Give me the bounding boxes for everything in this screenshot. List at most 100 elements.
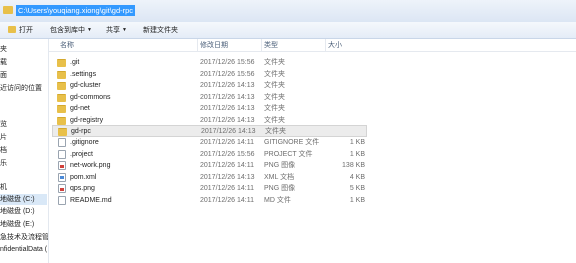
new-folder-label: 新建文件夹	[143, 27, 178, 34]
sidebar-item-documents[interactable]: 档	[0, 145, 7, 156]
file-name: pom.xml	[70, 173, 97, 181]
sidebar-item-pictures[interactable]: 片	[0, 132, 7, 143]
file-date: 2017/12/26 14:13	[200, 93, 255, 101]
file-date: 2017/12/26 14:13	[200, 116, 255, 124]
sidebar-item-confidential-data[interactable]: nfidentialData (	[0, 244, 47, 255]
file-date: 2017/12/26 15:56	[200, 70, 255, 78]
folder-icon	[57, 93, 66, 102]
sidebar-item-libraries[interactable]: 览	[0, 119, 7, 130]
file-type: 文件夹	[264, 70, 285, 78]
file-size: 5 KB	[349, 185, 365, 192]
column-date[interactable]: 修改日期	[200, 41, 228, 51]
file-row[interactable]: .gitignore 2017/12/26 14:11 GITIGNORE 文件…	[52, 137, 367, 148]
share-label: 共享	[106, 27, 120, 34]
file-date: 2017/12/26 14:11	[200, 139, 254, 146]
file-date: 2017/12/26 14:13	[200, 105, 255, 112]
folder-icon	[57, 105, 66, 113]
sidebar-item-drive-d[interactable]: 地磁盘 (D:)	[0, 206, 35, 217]
folder-icon	[57, 59, 66, 67]
sidebar-item-network-share[interactable]: 急技术及流程管理	[0, 232, 48, 243]
include-label: 包含到库中	[50, 27, 85, 34]
include-in-library-button[interactable]: 包含到库中 ▼	[50, 25, 92, 36]
file-size: 1 KB	[349, 150, 365, 158]
file-date: 2017/12/26 14:13	[200, 173, 255, 181]
column-header: 名称 修改日期 类型 大小	[49, 39, 576, 52]
command-toolbar: 打开 包含到库中 ▼ 共享 ▼ 新建文件夹	[0, 22, 576, 39]
file-row[interactable]: gd-cluster 2017/12/26 14:13 文件夹	[52, 80, 367, 91]
open-button[interactable]: 打开	[8, 25, 33, 36]
file-row[interactable]: .git 2017/12/26 15:56 文件夹	[52, 57, 367, 68]
column-divider[interactable]	[197, 39, 198, 51]
file-date: 2017/12/26 14:11	[200, 185, 254, 192]
file-row[interactable]: net-work.png 2017/12/26 14:11 PNG 图像 138…	[52, 160, 367, 171]
folder-icon	[57, 82, 66, 90]
file-row[interactable]: .project 2017/12/26 15:56 PROJECT 文件 1 K…	[52, 149, 367, 160]
image-file-icon	[58, 184, 66, 193]
column-divider[interactable]	[261, 39, 262, 51]
file-name: .git	[70, 59, 80, 66]
file-row[interactable]: gd-commons 2017/12/26 14:13 文件夹	[52, 92, 367, 103]
sidebar-item-downloads[interactable]: 载	[0, 57, 7, 68]
address-input[interactable]: C:\Users\youqiang.xiong\git\gd-rpc	[16, 5, 136, 16]
image-file-icon	[58, 161, 66, 170]
share-button[interactable]: 共享 ▼	[106, 25, 127, 36]
column-divider[interactable]	[325, 39, 326, 51]
file-name: README.md	[70, 196, 112, 204]
new-folder-button[interactable]: 新建文件夹	[143, 25, 178, 36]
file-date: 2017/12/26 14:13	[201, 128, 256, 135]
file-list: 名称 修改日期 类型 大小 .git 2017/12/26 15:56 文件夹 …	[49, 39, 576, 263]
file-row[interactable]: pom.xml 2017/12/26 14:13 XML 文档 4 KB	[52, 172, 367, 183]
file-type: PROJECT 文件	[264, 150, 313, 158]
file-name: .settings	[70, 70, 97, 78]
column-name[interactable]: 名称	[60, 41, 74, 51]
open-label: 打开	[19, 27, 33, 34]
file-type: 文件夹	[264, 105, 285, 112]
file-row[interactable]: gd-net 2017/12/26 14:13 文件夹	[52, 103, 367, 114]
file-name: qps.png	[70, 185, 95, 192]
file-row[interactable]: gd-registry 2017/12/26 14:13 文件夹	[52, 115, 367, 126]
file-type: MD 文件	[264, 196, 291, 204]
file-type: 文件夹	[264, 116, 285, 124]
file-type: 文件夹	[264, 93, 285, 101]
navigation-pane: 夹 载 面 近访问的位置 览 片 档 乐 机 地磁盘 (C:) 地磁盘 (D:)…	[0, 39, 49, 263]
file-row-selected[interactable]: gd-rpc 2017/12/26 14:13 文件夹	[52, 125, 367, 137]
file-name: .gitignore	[70, 139, 99, 146]
file-type: 文件夹	[265, 128, 286, 135]
xml-file-icon	[58, 172, 66, 182]
sidebar-item-drive-c[interactable]: 地磁盘 (C:)	[0, 194, 47, 205]
file-row[interactable]: .settings 2017/12/26 15:56 文件夹	[52, 69, 367, 80]
file-type: 文件夹	[264, 59, 285, 66]
folder-icon	[3, 6, 13, 14]
file-type: GITIGNORE 文件	[264, 139, 320, 146]
file-name: gd-commons	[70, 93, 111, 101]
file-icon	[58, 138, 66, 147]
address-bar: C:\Users\youqiang.xiong\git\gd-rpc	[0, 0, 576, 23]
file-type: PNG 图像	[264, 162, 296, 169]
chevron-down-icon: ▼	[87, 27, 92, 33]
sidebar-item-computer[interactable]: 机	[0, 182, 7, 193]
file-name: gd-registry	[70, 116, 104, 124]
file-size: 4 KB	[349, 173, 365, 181]
file-name: net-work.png	[70, 162, 111, 169]
file-date: 2017/12/26 14:13	[200, 82, 255, 89]
file-date: 2017/12/26 15:56	[200, 59, 255, 66]
sidebar-item-desktop[interactable]: 面	[0, 70, 7, 81]
column-type[interactable]: 类型	[264, 41, 278, 51]
sidebar-item-drive-e[interactable]: 地磁盘 (E:)	[0, 219, 34, 230]
file-row[interactable]: qps.png 2017/12/26 14:11 PNG 图像 5 KB	[52, 183, 367, 194]
file-name: gd-net	[70, 105, 90, 112]
file-name: gd-rpc	[71, 128, 91, 135]
sidebar-item-favorites[interactable]: 夹	[0, 44, 7, 55]
file-icon	[58, 149, 66, 159]
file-icon	[58, 195, 66, 205]
sidebar-item-recent-places[interactable]: 近访问的位置	[0, 83, 42, 94]
file-date: 2017/12/26 15:56	[200, 150, 255, 158]
file-row[interactable]: README.md 2017/12/26 14:11 MD 文件 1 KB	[52, 195, 367, 206]
file-name: .project	[70, 150, 93, 158]
sidebar-item-music[interactable]: 乐	[0, 158, 7, 169]
file-size: 1 KB	[349, 196, 365, 204]
file-size: 1 KB	[349, 139, 365, 146]
chevron-down-icon: ▼	[122, 27, 127, 33]
column-size[interactable]: 大小	[328, 41, 342, 51]
folder-icon	[58, 128, 67, 136]
